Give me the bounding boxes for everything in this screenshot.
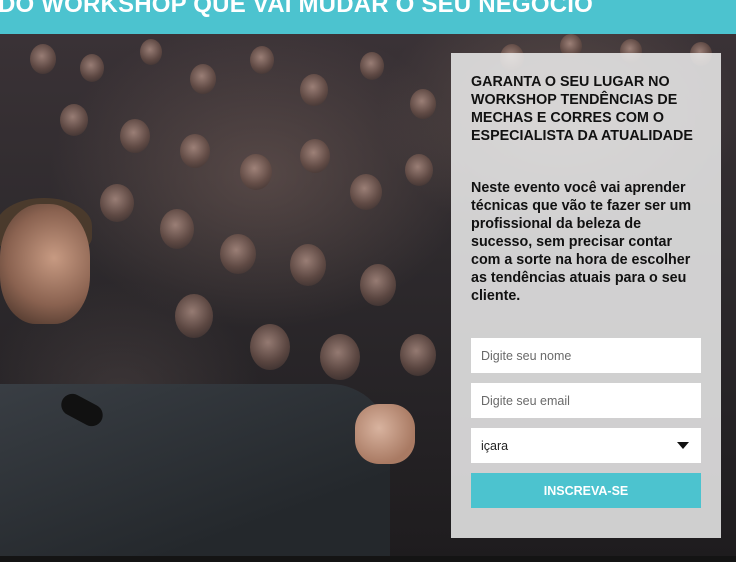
banner-headline: DO WORKSHOP QUE VAI MUDAR O SEU NEGÓCIO: [0, 0, 593, 18]
top-banner: DO WORKSHOP QUE VAI MUDAR O SEU NEGÓCIO: [0, 0, 736, 34]
signup-form-panel: GARANTA O SEU LUGAR NO WORKSHOP TENDÊNCI…: [451, 53, 721, 538]
form-description: Neste evento você vai aprender técnicas …: [471, 180, 692, 304]
speaker-figure: [0, 198, 430, 562]
subscribe-button[interactable]: INSCREVA-SE: [471, 473, 701, 508]
bottom-strip: [0, 556, 736, 562]
form-title: GARANTA O SEU LUGAR NO WORKSHOP TENDÊNCI…: [471, 74, 693, 144]
name-input[interactable]: [471, 338, 701, 373]
email-input[interactable]: [471, 383, 701, 418]
chevron-down-icon: [677, 442, 689, 449]
city-select-value: içara: [481, 438, 509, 453]
city-select[interactable]: içara: [471, 428, 701, 463]
